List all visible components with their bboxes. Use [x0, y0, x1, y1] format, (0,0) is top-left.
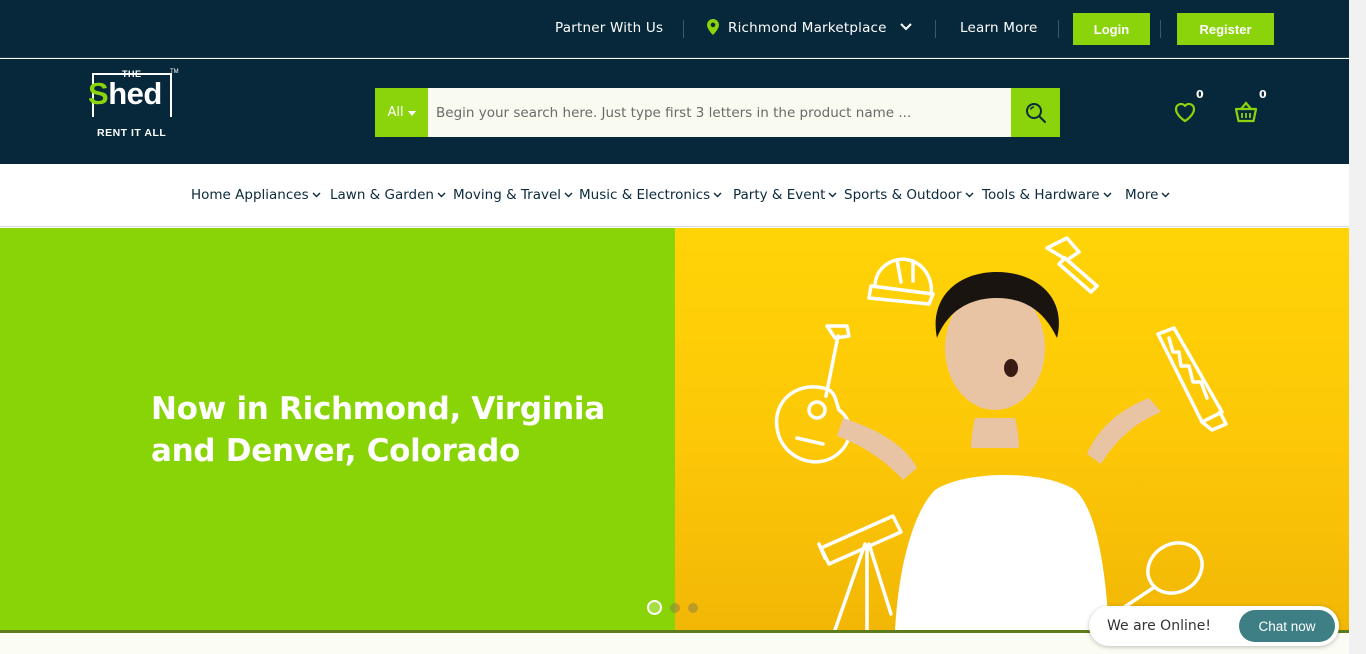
hero-title: Now in Richmond, Virginia and Denver, Co…	[151, 391, 605, 469]
register-button[interactable]: Register	[1177, 13, 1274, 45]
person-illustration	[837, 272, 1161, 630]
slider-dot-3[interactable]	[688, 602, 698, 613]
hard-hat-icon	[867, 257, 935, 306]
category-music-electronics[interactable]: Music & Electronics	[579, 187, 722, 203]
cart-basket-icon[interactable]	[1233, 99, 1259, 125]
category-label: Sports & Outdoor	[844, 187, 962, 203]
search-icon	[1025, 102, 1046, 123]
category-more[interactable]: More	[1125, 187, 1170, 203]
hero-slider: Now in Richmond, Virginia and Denver, Co…	[0, 228, 1349, 630]
live-chat-widget: We are Online! Chat now	[1089, 606, 1339, 646]
hammer-icon	[1045, 236, 1099, 294]
main-header: THE TM Shed RENT IT ALL All 0 0	[0, 59, 1349, 164]
search-category-label: All	[387, 105, 404, 120]
category-label: Music & Electronics	[579, 187, 711, 203]
logo-wordmark: Shed	[88, 76, 162, 111]
wishlist-count: 0	[1196, 88, 1204, 101]
logo-tagline: RENT IT ALL	[97, 127, 167, 139]
hero-text-panel: Now in Richmond, Virginia and Denver, Co…	[0, 228, 675, 630]
chevron-down-icon	[828, 192, 837, 198]
chevron-down-icon[interactable]	[899, 22, 913, 32]
category-label: Tools & Hardware	[982, 187, 1100, 203]
page-scrollbar[interactable]	[1349, 0, 1366, 654]
search-input[interactable]	[428, 88, 1011, 137]
top-utility-bar: Partner With Us Richmond Marketplace Lea…	[0, 0, 1349, 58]
slider-dot-1[interactable]	[647, 600, 662, 615]
category-sports-outdoor[interactable]: Sports & Outdoor	[844, 187, 974, 203]
caret-down-icon	[407, 110, 416, 116]
category-label: More	[1125, 187, 1159, 203]
chevron-down-icon	[1161, 192, 1170, 198]
category-navigation: Home Appliances Lawn & Garden Moving & T…	[0, 164, 1349, 227]
chat-status-text: We are Online!	[1107, 618, 1211, 634]
location-pin-icon	[707, 19, 719, 35]
chevron-down-icon	[312, 192, 321, 198]
hero-illustration	[774, 236, 1228, 630]
category-label: Home Appliances	[191, 187, 309, 203]
divider	[1160, 20, 1161, 38]
partner-with-us-link[interactable]: Partner With Us	[555, 20, 663, 36]
category-label: Party & Event	[733, 187, 826, 203]
logo-trademark: TM	[170, 69, 179, 75]
slider-pagination	[647, 600, 698, 615]
search-bar: All	[375, 88, 1060, 137]
divider	[683, 20, 684, 38]
chevron-down-icon	[437, 192, 446, 198]
divider	[1058, 20, 1059, 38]
learn-more-link[interactable]: Learn More	[960, 20, 1038, 36]
guitar-icon	[774, 324, 852, 464]
chevron-down-icon	[1103, 192, 1112, 198]
hand-saw-icon	[1156, 326, 1228, 432]
chevron-down-icon	[564, 192, 573, 198]
chevron-down-icon	[965, 192, 973, 198]
category-tools-hardware[interactable]: Tools & Hardware	[982, 187, 1112, 203]
chat-now-button[interactable]: Chat now	[1239, 610, 1335, 642]
category-party-event[interactable]: Party & Event	[733, 187, 837, 203]
search-button[interactable]	[1011, 88, 1060, 137]
category-moving-travel[interactable]: Moving & Travel	[453, 187, 573, 203]
the-shed-logo[interactable]: THE TM Shed RENT IT ALL	[88, 69, 184, 141]
hero-image-panel	[675, 228, 1349, 630]
search-category-select[interactable]: All	[375, 88, 428, 137]
marketplace-selector[interactable]: Richmond Marketplace	[728, 20, 887, 36]
category-label: Moving & Travel	[453, 187, 562, 203]
wishlist-heart-icon[interactable]	[1172, 99, 1198, 125]
category-label: Lawn & Garden	[330, 187, 434, 203]
login-button[interactable]: Login	[1073, 13, 1150, 45]
slider-dot-2[interactable]	[670, 602, 680, 613]
divider	[935, 20, 936, 38]
telescope-icon	[817, 514, 903, 630]
chevron-down-icon	[713, 192, 722, 198]
cart-count: 0	[1259, 88, 1267, 101]
category-home-appliances[interactable]: Home Appliances	[191, 187, 321, 203]
category-lawn-garden[interactable]: Lawn & Garden	[330, 187, 446, 203]
